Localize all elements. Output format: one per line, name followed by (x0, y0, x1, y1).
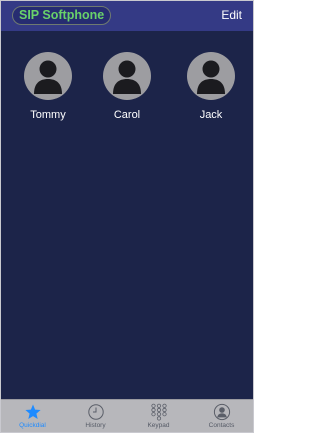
person-silhouette-icon (103, 52, 151, 100)
tab-contacts[interactable]: Contacts (190, 400, 253, 432)
quickdial-contact-carol[interactable]: Carol (93, 52, 161, 122)
navigation-bar: SIP Softphone Edit (1, 1, 253, 31)
quickdial-contact-tommy[interactable]: Tommy (14, 52, 82, 122)
app-title-badge: SIP Softphone (12, 6, 112, 25)
app-window: SIP Softphone Edit Tommy Carol Jack Quic… (0, 0, 254, 433)
edit-button[interactable]: Edit (221, 8, 242, 23)
contact-name: Carol (113, 109, 141, 121)
contact-name: Tommy (30, 109, 66, 121)
star-icon (24, 404, 41, 419)
person-silhouette-icon (24, 52, 72, 100)
tab-quickdial[interactable]: Quickdial (1, 400, 64, 432)
keypad-icon (150, 403, 167, 421)
person-silhouette-icon (187, 52, 235, 100)
tab-label: Keypad (147, 422, 170, 429)
quickdial-contact-jack[interactable]: Jack (177, 52, 245, 122)
clock-icon (87, 404, 104, 420)
contact-name: Jack (199, 109, 223, 121)
tab-history[interactable]: History (64, 400, 127, 432)
tab-label: Contacts (208, 422, 235, 429)
contacts-icon (213, 403, 230, 421)
tab-label: History (85, 422, 106, 429)
tab-keypad[interactable]: Keypad (127, 400, 190, 432)
tab-label: Quickdial (19, 422, 46, 429)
tab-bar: Quickdial History Keypad Contacts (1, 399, 253, 432)
